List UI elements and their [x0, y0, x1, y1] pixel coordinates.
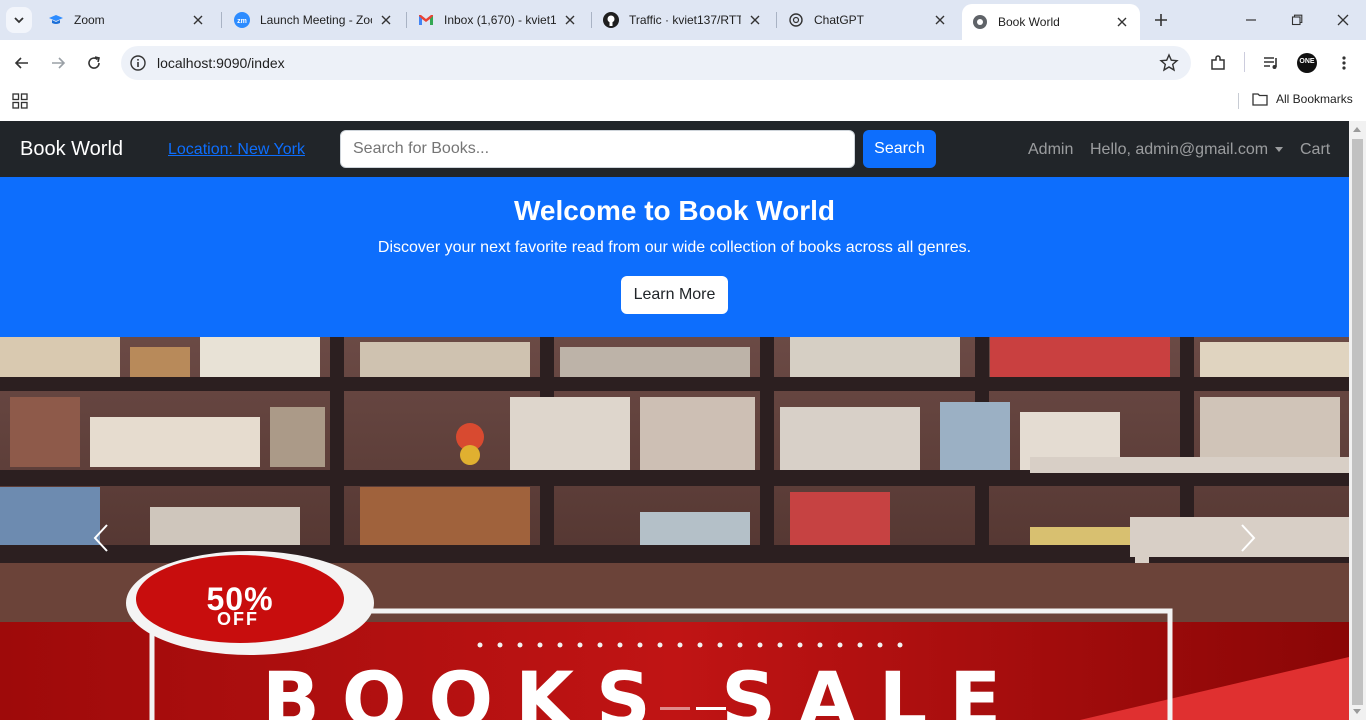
browser-menu-button[interactable] [1333, 52, 1355, 74]
tab-title: Inbox (1,670) - kviet1 [444, 13, 556, 27]
profile-button[interactable]: ONE [1296, 52, 1318, 74]
forward-button[interactable] [46, 51, 70, 75]
book-search-input[interactable] [340, 130, 855, 168]
restore-icon [1291, 14, 1303, 26]
tab-chatgpt[interactable]: ChatGPT [778, 4, 958, 36]
chevron-down-icon [14, 17, 24, 24]
back-button[interactable] [10, 51, 34, 75]
page-viewport: Book World Location: New York Search Adm… [0, 121, 1349, 720]
close-icon[interactable] [190, 12, 206, 28]
folder-icon [1252, 93, 1268, 106]
nav-cart-link[interactable]: Cart [1300, 141, 1330, 159]
carousel-indicator[interactable] [660, 707, 690, 710]
chatgpt-icon [788, 12, 804, 28]
zoom-cap-icon [48, 12, 64, 28]
globe-icon [972, 14, 988, 30]
learn-more-button[interactable]: Learn More [621, 276, 728, 314]
bookmarks-bar: All Bookmarks [0, 86, 1366, 121]
all-bookmarks-label: All Bookmarks [1276, 92, 1353, 106]
tab-title: ChatGPT [814, 13, 865, 27]
arrow-left-icon [14, 57, 28, 69]
site-info-icon[interactable] [129, 54, 147, 72]
hero-title: Welcome to Book World [514, 195, 835, 226]
queue-music-icon [1264, 57, 1277, 69]
close-icon[interactable] [378, 12, 394, 28]
address-bar[interactable]: localhost:9090/index [121, 46, 1191, 80]
new-tab-button[interactable] [1150, 9, 1172, 31]
browser-toolbar: localhost:9090/index ONE [0, 40, 1366, 86]
tab-title: Book World [998, 15, 1060, 29]
tab-launch-meeting[interactable]: zm Launch Meeting - Zoom [224, 4, 404, 36]
user-dropdown[interactable]: Hello, admin@gmail.com [1090, 141, 1284, 159]
tab-github[interactable]: Traffic · kviet137/RTT [593, 4, 773, 36]
close-icon[interactable] [1114, 14, 1130, 30]
hero-banner: Welcome to Book World Discover your next… [0, 177, 1349, 337]
restore-button[interactable] [1285, 8, 1309, 32]
hero-subtitle: Discover your next favorite read from ou… [377, 239, 972, 256]
reload-icon [88, 56, 100, 69]
media-control-button[interactable] [1260, 52, 1282, 74]
all-bookmarks-button[interactable]: All Bookmarks [1252, 92, 1353, 106]
site-navbar: Book World Location: New York Search Adm… [0, 121, 1349, 177]
tab-zoom[interactable]: Zoom [38, 4, 216, 36]
gmail-icon [418, 12, 434, 28]
tab-title: Traffic · kviet137/RTT [629, 13, 741, 27]
extensions-button[interactable] [1207, 52, 1229, 74]
zoom-icon: zm [234, 12, 250, 28]
carousel-indicators [660, 707, 726, 710]
search-button[interactable]: Search [863, 130, 936, 168]
more-vert-icon [1342, 56, 1346, 70]
puzzle-icon [1211, 55, 1225, 70]
close-icon [1337, 14, 1349, 26]
url-text: localhost:9090/index [157, 55, 285, 71]
svg-text:zm: zm [237, 18, 247, 25]
chevron-right-icon [1241, 524, 1256, 552]
nav-admin-link[interactable]: Admin [1028, 141, 1073, 159]
page-scrollbar[interactable] [1349, 121, 1366, 720]
close-window-button[interactable] [1331, 8, 1355, 32]
plus-icon [1155, 14, 1167, 26]
brand-logo[interactable]: Book World [20, 138, 123, 161]
minimize-button[interactable] [1239, 8, 1263, 32]
promo-carousel: 50% OFF BOOKS SALE [0, 337, 1349, 720]
tab-title: Launch Meeting - Zoom [260, 13, 372, 27]
apps-grid-icon[interactable] [12, 93, 28, 109]
carousel-next-button[interactable] [1233, 523, 1263, 553]
tab-gmail[interactable]: Inbox (1,670) - kviet1 [408, 4, 588, 36]
close-icon[interactable] [747, 12, 763, 28]
tab-title: Zoom [74, 13, 105, 27]
location-link[interactable]: Location: New York [168, 141, 305, 159]
arrow-right-icon [52, 57, 66, 69]
chevron-left-icon [93, 524, 108, 552]
profile-badge-text: ONE [1299, 58, 1315, 65]
github-icon [603, 12, 619, 28]
close-icon[interactable] [932, 12, 948, 28]
caret-down-icon [1275, 147, 1284, 153]
discount-badge-off: OFF [217, 609, 259, 629]
bookmark-star-icon[interactable] [1159, 53, 1179, 73]
scrollbar-thumb[interactable] [1352, 139, 1363, 705]
tab-strip: Zoom zm Launch Meeting - Zoom Inbox (1,6… [0, 0, 1366, 40]
reload-button[interactable] [82, 51, 106, 75]
user-greeting: Hello, admin@gmail.com [1090, 141, 1269, 158]
carousel-prev-button[interactable] [86, 523, 116, 553]
minimize-icon [1246, 19, 1256, 21]
tab-search-button[interactable] [6, 7, 32, 33]
tab-book-world[interactable]: Book World [962, 4, 1140, 40]
close-icon[interactable] [562, 12, 578, 28]
carousel-indicator-active[interactable] [696, 707, 726, 710]
sale-banner-text: BOOKS SALE [262, 655, 1024, 720]
